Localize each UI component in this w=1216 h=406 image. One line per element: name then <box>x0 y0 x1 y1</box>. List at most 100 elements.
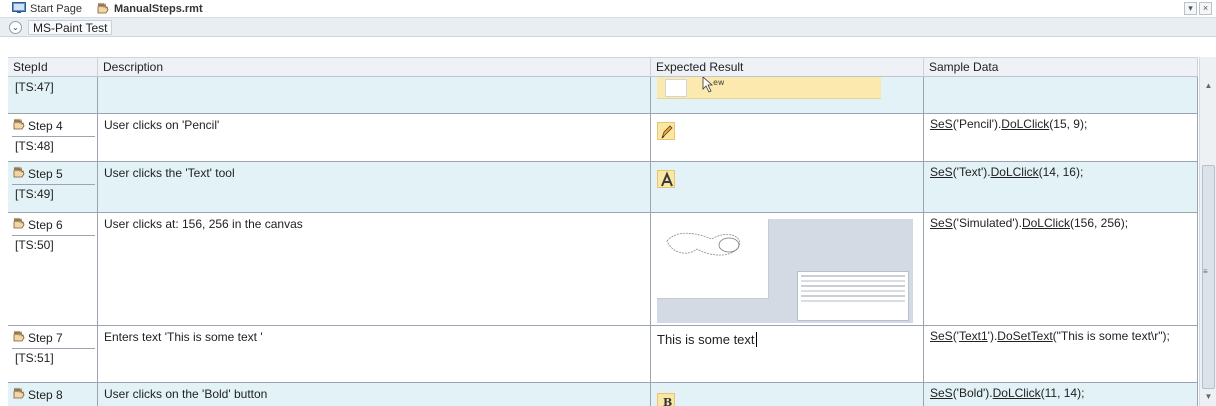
scroll-thumb[interactable] <box>1202 165 1215 389</box>
step-icon <box>12 166 26 181</box>
close-button[interactable]: × <box>1199 2 1212 15</box>
sample-args: (156, 256); <box>1069 216 1129 230</box>
table-row[interactable]: Step 7 [TS:51] Enters text 'This is some… <box>8 326 1198 383</box>
steps-grid: [TS:47] ew Step 4 [TS:48] User clicks on… <box>8 77 1198 406</box>
stepid-cell[interactable]: Step 4 [TS:48] <box>8 114 98 161</box>
tab-label: ManualSteps.rmt <box>114 3 203 15</box>
column-header-description[interactable]: Description <box>98 58 651 77</box>
description-cell[interactable] <box>98 77 651 113</box>
description-text: User clicks on the 'Bold' button <box>104 387 268 401</box>
tab-manual-steps[interactable]: ManualSteps.rmt <box>96 2 203 16</box>
ses-link[interactable]: SeS <box>930 386 953 400</box>
sample-cell[interactable]: SeS('Simulated').DoLClick(156, 256); <box>924 213 1198 325</box>
window-controls: ▾ × <box>1184 2 1212 15</box>
description-cell[interactable]: User clicks on the 'Bold' button <box>98 383 651 406</box>
collapse-button[interactable]: ⌄ <box>9 21 22 34</box>
step-label: Step 5 <box>28 166 63 181</box>
stepid-cell[interactable]: Step 8 <box>8 383 98 406</box>
sample-cell[interactable]: SeS('Text').DoLClick(14, 16); <box>924 162 1198 212</box>
sample-code: SeS('Pencil').DoLClick(15, 9); <box>930 118 1189 131</box>
column-header-sample[interactable]: Sample Data <box>924 58 1198 77</box>
expected-cell[interactable]: ew <box>651 77 924 113</box>
object-link[interactable]: Text1 <box>959 329 988 343</box>
expected-screenshot-image: ew <box>657 77 881 99</box>
description-cell[interactable]: User clicks on 'Pencil' <box>98 114 651 161</box>
method-link[interactable]: DoLClick <box>993 386 1041 400</box>
ses-link[interactable]: SeS <box>930 329 953 343</box>
description-cell[interactable]: User clicks at: 156, 256 in the canvas <box>98 213 651 325</box>
ts-label: [TS:48] <box>12 136 95 155</box>
table-row[interactable]: Step 8 User clicks on the 'Bold' button … <box>8 383 1198 406</box>
step-icon <box>12 330 26 345</box>
ts-label: [TS:49] <box>12 184 95 203</box>
tab-label: Start Page <box>30 3 82 15</box>
sample-cell[interactable]: SeS('Pencil').DoLClick(15, 9); <box>924 114 1198 161</box>
grid-header: StepId Description Expected Result Sampl… <box>8 57 1198 77</box>
sample-cell[interactable]: SeS('Text1').DoSetText("This is some tex… <box>924 326 1198 382</box>
vertical-scrollbar[interactable]: ▲ ≡ ▼ <box>1199 57 1216 406</box>
stepid-cell[interactable]: Step 6 [TS:50] <box>8 213 98 325</box>
sample-cell[interactable] <box>924 77 1198 113</box>
description-text: User clicks at: 156, 256 in the canvas <box>104 217 303 231</box>
method-link[interactable]: DoSetText <box>997 329 1052 343</box>
method-link[interactable]: DoLClick <box>1022 216 1070 230</box>
start-page-icon <box>12 2 26 16</box>
expected-text: This is some text <box>657 332 755 347</box>
column-header-expected[interactable]: Expected Result <box>651 58 924 77</box>
description-text: Enters text 'This is some text ' <box>104 330 263 344</box>
description-cell[interactable]: User clicks the 'Text' tool <box>98 162 651 212</box>
sample-args: (15, 9); <box>1049 117 1088 131</box>
step-label: Step 8 <box>28 387 63 402</box>
expected-cell[interactable] <box>651 213 924 325</box>
sample-target: ('Text'). <box>952 165 991 179</box>
stepid-cell[interactable]: Step 5 [TS:49] <box>8 162 98 212</box>
ses-link[interactable]: SeS <box>930 216 953 230</box>
stepid-cell[interactable]: [TS:47] <box>8 77 98 113</box>
dropdown-button[interactable]: ▾ <box>1184 2 1197 15</box>
ts-label: [TS:50] <box>12 235 95 254</box>
sample-target: ('Bold'). <box>952 386 993 400</box>
ts-label: [TS:47] <box>15 80 54 94</box>
canvas-screenshot-image <box>657 219 913 323</box>
ses-link[interactable]: SeS <box>930 165 953 179</box>
column-header-stepid[interactable]: StepId <box>8 58 98 77</box>
step-label: Step 4 <box>28 118 63 133</box>
expected-cell[interactable] <box>651 162 924 212</box>
pencil-icon <box>657 122 675 140</box>
sample-code: SeS('Simulated').DoLClick(156, 256); <box>930 217 1189 230</box>
manual-steps-icon <box>96 2 110 17</box>
description-cell[interactable]: Enters text 'This is some text ' <box>98 326 651 382</box>
text-tool-icon <box>657 170 675 188</box>
table-row[interactable]: Step 6 [TS:50] User clicks at: 156, 256 … <box>8 213 1198 326</box>
table-row[interactable]: Step 4 [TS:48] User clicks on 'Pencil' S… <box>8 114 1198 162</box>
ts-label: [TS:51] <box>12 348 95 367</box>
step-label: Step 7 <box>28 330 63 345</box>
expected-text-image: This is some text <box>657 332 757 347</box>
scroll-up-button[interactable]: ▲ <box>1202 79 1215 92</box>
description-text: User clicks the 'Text' tool <box>104 166 235 180</box>
scroll-grip-icon: ≡ <box>1203 267 1208 276</box>
text-caret <box>755 332 757 347</box>
sample-code: SeS('Text').DoLClick(14, 16); <box>930 166 1189 179</box>
method-link[interactable]: DoLClick <box>991 165 1039 179</box>
document-tab-bar: Start Page ManualSteps.rmt ▾ × <box>0 0 1216 18</box>
tab-start-page[interactable]: Start Page <box>12 2 82 16</box>
expected-cell[interactable] <box>651 114 924 161</box>
sample-cell[interactable]: SeS('Bold').DoLClick(11, 14); <box>924 383 1198 406</box>
sample-code: SeS('Bold').DoLClick(11, 14); <box>930 387 1189 400</box>
step-label: Step 6 <box>28 217 63 232</box>
sample-punct: '). <box>987 329 998 343</box>
expected-cell[interactable]: B <box>651 383 924 406</box>
method-link[interactable]: DoLClick <box>1001 117 1049 131</box>
table-row[interactable]: [TS:47] ew <box>8 77 1198 114</box>
ses-link[interactable]: SeS <box>930 117 953 131</box>
description-text: User clicks on 'Pencil' <box>104 118 220 132</box>
test-header: ⌄ MS-Paint Test <box>0 18 1216 37</box>
sample-target: ('Pencil'). <box>952 117 1002 131</box>
expected-cell[interactable]: This is some text <box>651 326 924 382</box>
test-title[interactable]: MS-Paint Test <box>28 20 113 35</box>
step-icon <box>12 118 26 133</box>
table-row[interactable]: Step 5 [TS:49] User clicks the 'Text' to… <box>8 162 1198 213</box>
scroll-down-button[interactable]: ▼ <box>1202 390 1215 403</box>
stepid-cell[interactable]: Step 7 [TS:51] <box>8 326 98 382</box>
